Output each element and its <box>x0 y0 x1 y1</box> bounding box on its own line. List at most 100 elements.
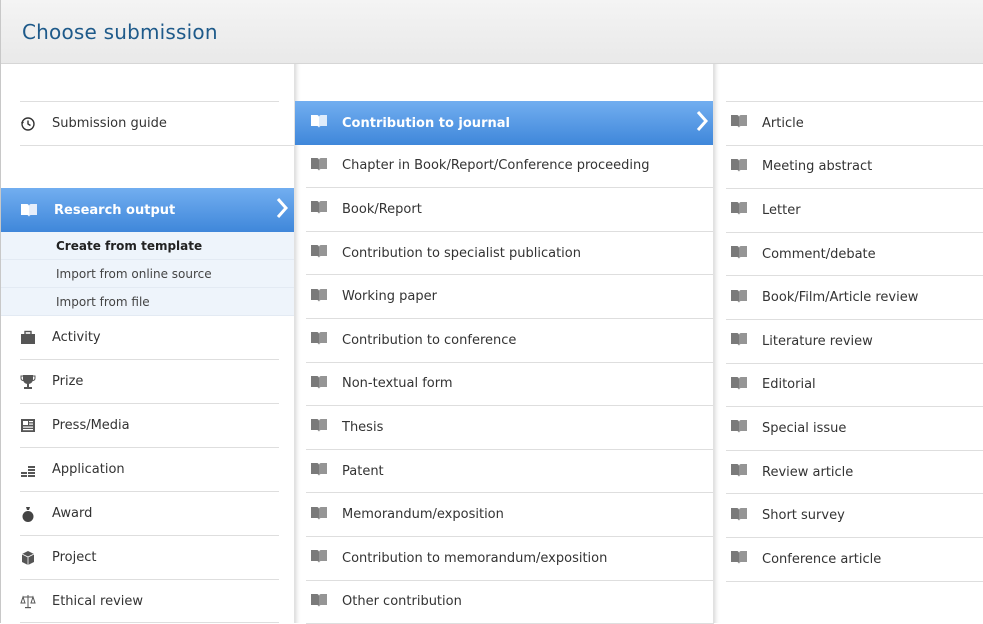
subtype-label: Book/Film/Article review <box>762 290 919 306</box>
output-type-item-thesis[interactable]: Thesis <box>306 406 714 450</box>
book-icon <box>730 288 748 308</box>
chevron-right-icon <box>276 197 289 223</box>
book-icon <box>730 157 748 177</box>
coins-icon <box>20 462 36 478</box>
trophy-icon <box>20 374 36 390</box>
book-icon <box>310 417 328 437</box>
subtype-item-short-survey[interactable]: Short survey <box>726 494 983 538</box>
output-type-label: Patent <box>342 463 384 479</box>
output-type-label: Memorandum/exposition <box>342 507 504 523</box>
book-icon <box>310 592 328 612</box>
output-type-item-book-report[interactable]: Book/Report <box>306 188 714 232</box>
subtype-label: Short survey <box>762 508 845 524</box>
application-label: Application <box>52 462 125 477</box>
choose-submission-dialog: Choose submission Submission guide Resea… <box>0 0 983 624</box>
dialog-header: Choose submission <box>1 0 983 64</box>
subtype-label: Literature review <box>762 333 873 349</box>
subtype-item-editorial[interactable]: Editorial <box>726 364 983 408</box>
book-icon <box>310 505 328 525</box>
subtype-item-literature-review[interactable]: Literature review <box>726 320 983 364</box>
import-online-item[interactable]: Import from online source <box>1 260 294 288</box>
chevron-right-icon <box>696 110 709 136</box>
award-item[interactable]: Award <box>20 492 279 536</box>
cube-icon <box>20 550 36 566</box>
subtype-item-conference-article[interactable]: Conference article <box>726 538 983 582</box>
output-type-item-memorandum-exposition[interactable]: Memorandum/exposition <box>306 493 714 537</box>
subtype-item-book-film-article-review[interactable]: Book/Film/Article review <box>726 276 983 320</box>
subtype-label: Meeting abstract <box>762 159 873 175</box>
book-icon <box>310 243 328 263</box>
subtype-label: Article <box>762 115 804 131</box>
output-type-label: Other contribution <box>342 594 462 610</box>
book-icon <box>310 330 328 350</box>
output-type-label: Non-textual form <box>342 376 453 392</box>
category-column: Submission guide Research output Create … <box>1 64 298 623</box>
output-type-item-working-paper[interactable]: Working paper <box>306 275 714 319</box>
output-type-item-patent[interactable]: Patent <box>306 450 714 494</box>
subtype-label: Editorial <box>762 377 816 393</box>
book-icon <box>730 549 748 569</box>
book-icon <box>310 287 328 307</box>
newspaper-icon <box>20 418 36 434</box>
application-item[interactable]: Application <box>20 448 279 492</box>
output-type-label: Book/Report <box>342 201 422 217</box>
output-type-label: Contribution to journal <box>342 115 510 131</box>
book-icon <box>310 461 328 481</box>
press-media-item[interactable]: Press/Media <box>20 404 279 448</box>
prize-label: Prize <box>52 374 84 389</box>
submission-guide-item[interactable]: Submission guide <box>20 102 298 146</box>
project-item[interactable]: Project <box>20 536 279 580</box>
dialog-title: Choose submission <box>22 20 218 44</box>
subtype-label: Review article <box>762 464 854 480</box>
subtype-item-special-issue[interactable]: Special issue <box>726 407 983 451</box>
subtype-column: Article Meeting abstract Letter Comment/deb… <box>713 64 983 623</box>
history-icon <box>20 116 36 132</box>
activity-label: Activity <box>52 330 101 345</box>
import-file-item[interactable]: Import from file <box>1 288 294 316</box>
output-type-label: Chapter in Book/Report/Conference procee… <box>342 158 650 174</box>
output-type-label: Contribution to memorandum/exposition <box>342 550 608 566</box>
output-type-item-contribution-to-journal[interactable]: Contribution to journal <box>295 101 714 145</box>
book-icon <box>730 244 748 264</box>
book-icon <box>730 375 748 395</box>
output-type-item-contribution-to-conference[interactable]: Contribution to conference <box>306 319 714 363</box>
prize-item[interactable]: Prize <box>20 360 279 404</box>
activity-item[interactable]: Activity <box>20 316 279 360</box>
output-type-label: Contribution to specialist publication <box>342 245 581 261</box>
book-icon <box>730 418 748 438</box>
book-icon <box>310 374 328 394</box>
output-type-label: Thesis <box>342 419 384 435</box>
research-output-item[interactable]: Research output <box>1 188 294 232</box>
ethical-review-label: Ethical review <box>52 593 144 609</box>
output-type-item-contribution-to-memorandum-exposition[interactable]: Contribution to memorandum/exposition <box>306 537 714 581</box>
scales-icon <box>20 593 36 609</box>
subtype-item-review-article[interactable]: Review article <box>726 451 983 495</box>
book-icon <box>310 156 328 176</box>
subtype-item-comment-debate[interactable]: Comment/debate <box>726 233 983 277</box>
book-icon <box>730 462 748 482</box>
output-type-label: Contribution to conference <box>342 332 517 348</box>
output-type-item-contribution-to-specialist-publication[interactable]: Contribution to specialist publication <box>306 232 714 276</box>
press-media-label: Press/Media <box>52 418 130 433</box>
money-bag-icon <box>20 506 36 522</box>
subtype-item-meeting-abstract[interactable]: Meeting abstract <box>726 146 983 190</box>
output-type-item-chapter-in-book-report-conference-proceeding[interactable]: Chapter in Book/Report/Conference procee… <box>306 145 714 189</box>
subtype-label: Special issue <box>762 420 847 436</box>
book-icon <box>730 200 748 220</box>
project-label: Project <box>52 550 97 565</box>
book-icon <box>730 506 748 526</box>
book-icon <box>310 199 328 219</box>
create-from-template-item[interactable]: Create from template <box>1 232 294 260</box>
output-type-item-non-textual-form[interactable]: Non-textual form <box>306 363 714 407</box>
book-icon <box>20 202 38 218</box>
research-output-label: Research output <box>54 202 176 218</box>
book-icon <box>310 113 328 133</box>
subtype-item-article[interactable]: Article <box>726 102 983 146</box>
subtype-item-letter[interactable]: Letter <box>726 189 983 233</box>
output-type-item-other-contribution[interactable]: Other contribution <box>306 581 714 624</box>
ethical-review-item[interactable]: Ethical review <box>20 580 279 623</box>
submission-guide-label: Submission guide <box>52 116 167 131</box>
award-label: Award <box>52 506 93 521</box>
subtype-label: Letter <box>762 202 801 218</box>
book-icon <box>310 548 328 568</box>
